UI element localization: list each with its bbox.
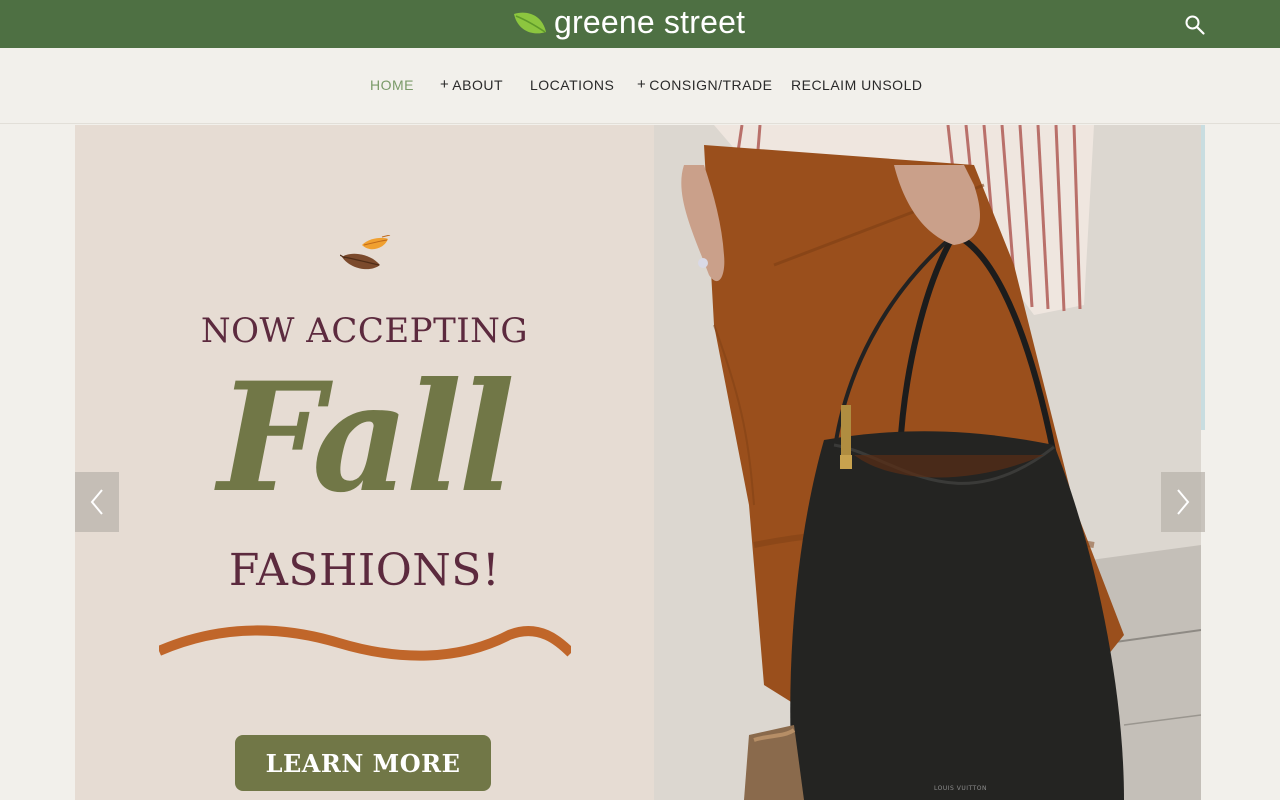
headline-now-accepting: NOW ACCEPTING	[200, 311, 529, 351]
search-icon	[1185, 15, 1205, 35]
expand-plus-icon: +	[440, 76, 450, 93]
promo-panel: NOW ACCEPTING Fall FASHIONS! LEARN MORE	[75, 125, 654, 800]
next-slide-peek	[1201, 125, 1205, 430]
decorative-wave	[159, 625, 571, 661]
learn-more-button[interactable]: LEARN MORE	[235, 735, 491, 791]
nav-item-home[interactable]: HOME	[370, 77, 414, 93]
nav-item-locations[interactable]: LOCATIONS	[530, 77, 614, 93]
nav-item-label: RECLAIM UNSOLD	[791, 77, 923, 93]
expand-plus-icon: +	[637, 76, 647, 93]
nav-item-label: CONSIGN/TRADE	[649, 77, 773, 93]
nav-item-about[interactable]: + ABOUT	[440, 76, 503, 94]
bag-brand-label: LOUIS VUITTON	[934, 785, 987, 792]
search-button[interactable]	[1182, 12, 1208, 38]
hero-photo: LOUIS VUITTON	[654, 125, 1201, 800]
nav-item-consign-trade[interactable]: + CONSIGN/TRADE	[637, 76, 773, 94]
site-name: greene street	[554, 4, 746, 40]
site-logo[interactable]: greene street	[512, 4, 745, 44]
handbag-photo	[654, 125, 1201, 800]
top-bar: greene street	[0, 0, 1280, 48]
main-nav: HOME + ABOUT LOCATIONS + CONSIGN/TRADE REC…	[0, 48, 1280, 124]
leaf-icon	[514, 12, 546, 34]
autumn-leaves-icon	[340, 235, 391, 270]
hero-slider: NOW ACCEPTING Fall FASHIONS! LEARN MORE	[75, 125, 1205, 800]
headline-fall: Fall	[217, 350, 515, 526]
slider-next-button[interactable]	[1161, 472, 1205, 532]
chevron-right-icon	[1177, 489, 1190, 515]
nav-item-reclaim-unsold[interactable]: RECLAIM UNSOLD	[791, 77, 922, 93]
headline-fashions: FASHIONS!	[228, 545, 501, 596]
nav-item-label: LOCATIONS	[530, 77, 615, 93]
chevron-left-icon	[90, 489, 103, 515]
slider-prev-button[interactable]	[75, 472, 119, 532]
nav-item-label: HOME	[370, 77, 414, 93]
nav-item-label: ABOUT	[452, 77, 503, 93]
